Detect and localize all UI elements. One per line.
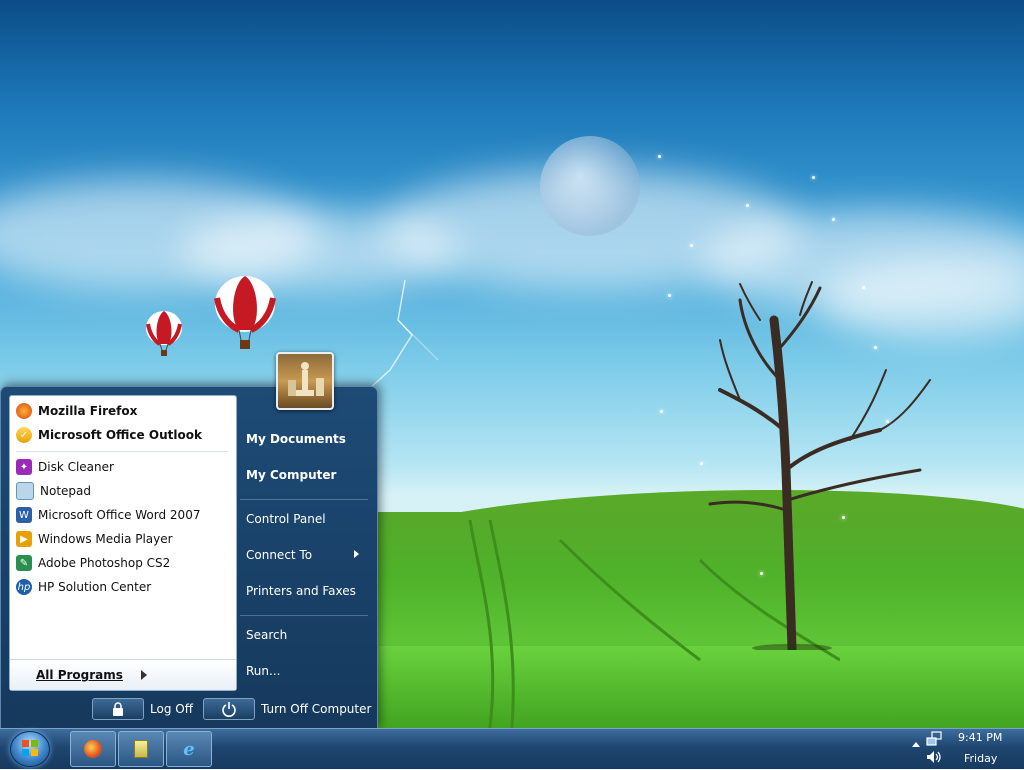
- menu-printers-and-faxes[interactable]: Printers and Faxes: [246, 584, 356, 598]
- user-avatar: [276, 352, 334, 410]
- sparkle: [760, 572, 763, 575]
- all-programs-label: All Programs: [36, 668, 123, 682]
- hp-icon: hp: [16, 579, 32, 595]
- lock-icon: [113, 702, 123, 716]
- program-label: Notepad: [40, 484, 91, 498]
- menu-search[interactable]: Search: [246, 628, 287, 642]
- program-label: Windows Media Player: [38, 532, 173, 546]
- program-label: Disk Cleaner: [38, 460, 114, 474]
- start-button[interactable]: [10, 731, 50, 767]
- program-label: Microsoft Office Word 2007: [38, 508, 201, 522]
- sparkle: [700, 462, 703, 465]
- sparkle: [874, 346, 877, 349]
- separator: [240, 615, 368, 616]
- programs-pane: Mozilla Firefox ✓ Microsoft Office Outlo…: [9, 395, 237, 691]
- program-label: Mozilla Firefox: [38, 404, 138, 418]
- sparkle: [812, 176, 815, 179]
- separator: [16, 451, 228, 452]
- hot-air-balloon-small: [146, 311, 182, 356]
- program-label: HP Solution Center: [38, 580, 152, 594]
- menu-my-documents[interactable]: My Documents: [246, 432, 346, 446]
- firefox-icon: [84, 740, 102, 758]
- firefox-icon: [16, 403, 32, 419]
- program-media-player[interactable]: ▶ Windows Media Player: [16, 528, 173, 550]
- program-label: Microsoft Office Outlook: [38, 428, 202, 442]
- log-off-label[interactable]: Log Off: [150, 702, 193, 716]
- clock-time[interactable]: 9:41 PM: [958, 731, 1002, 744]
- word-icon: W: [16, 507, 32, 523]
- arrow-right-icon: [140, 670, 147, 680]
- chess-pieces-icon: [288, 362, 324, 396]
- taskbar-firefox-button[interactable]: [70, 731, 116, 767]
- sparkle: [660, 410, 663, 413]
- internet-explorer-icon: e: [183, 738, 195, 760]
- lightning: [369, 280, 439, 389]
- sparkle: [842, 516, 845, 519]
- sparkle: [690, 244, 693, 247]
- separator: [240, 499, 368, 500]
- menu-connect-to[interactable]: Connect To: [246, 548, 312, 562]
- sparkle: [658, 155, 661, 158]
- hot-air-balloon-large: [214, 276, 276, 349]
- photoshop-icon: ✎: [16, 555, 32, 571]
- show-hidden-icons-button[interactable]: [912, 742, 920, 747]
- outlook-icon: ✓: [16, 427, 32, 443]
- menu-run[interactable]: Run...: [246, 664, 280, 678]
- menu-my-computer[interactable]: My Computer: [246, 468, 336, 482]
- program-notepad[interactable]: Notepad: [16, 480, 91, 502]
- taskbar-folder-button[interactable]: [118, 731, 164, 767]
- program-photoshop[interactable]: ✎ Adobe Photoshop CS2: [16, 552, 170, 574]
- arrow-right-icon: [354, 550, 359, 558]
- program-hp-solution-center[interactable]: hp HP Solution Center: [16, 576, 151, 598]
- sparkle: [832, 218, 835, 221]
- moon: [540, 136, 640, 236]
- program-label: Adobe Photoshop CS2: [38, 556, 171, 570]
- clock-day[interactable]: Friday: [964, 752, 997, 765]
- sparkle: [668, 294, 671, 297]
- volume-icon[interactable]: [926, 750, 942, 764]
- disk-cleaner-icon: ✦: [16, 459, 32, 475]
- sparkle: [746, 204, 749, 207]
- sparkle: [862, 286, 865, 289]
- menu-control-panel[interactable]: Control Panel: [246, 512, 326, 526]
- power-icon: [222, 702, 236, 717]
- program-outlook[interactable]: ✓ Microsoft Office Outlook: [16, 424, 202, 446]
- log-off-button[interactable]: [92, 698, 144, 720]
- all-programs-button[interactable]: All Programs: [10, 659, 236, 690]
- network-icon[interactable]: [926, 731, 942, 747]
- sparkle: [886, 420, 889, 423]
- bare-tree: [708, 281, 931, 650]
- program-mozilla-firefox[interactable]: Mozilla Firefox: [16, 400, 137, 422]
- program-disk-cleaner[interactable]: ✦ Disk Cleaner: [16, 456, 114, 478]
- taskbar-internet-explorer-button[interactable]: e: [166, 731, 212, 767]
- folder-icon: [134, 740, 148, 758]
- turn-off-button[interactable]: [203, 698, 255, 720]
- turn-off-label[interactable]: Turn Off Computer: [261, 702, 371, 716]
- program-word[interactable]: W Microsoft Office Word 2007: [16, 504, 200, 526]
- windows-logo-icon: [22, 740, 38, 756]
- notepad-icon: [16, 482, 34, 500]
- media-player-icon: ▶: [16, 531, 32, 547]
